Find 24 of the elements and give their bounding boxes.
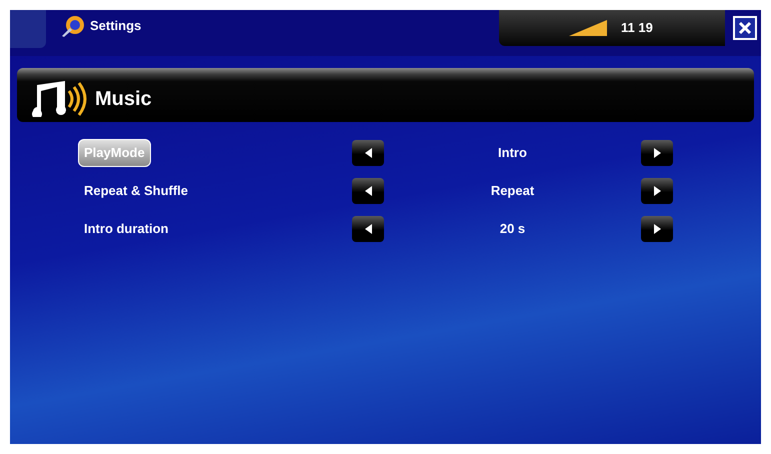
clock-time: 11 19: [621, 19, 653, 38]
close-icon: [738, 21, 752, 35]
right-arrow-button[interactable]: [641, 216, 673, 242]
left-arrow-button[interactable]: [352, 216, 384, 242]
setting-label[interactable]: Intro duration: [78, 215, 174, 243]
settings-icon: [60, 14, 86, 38]
setting-label[interactable]: Repeat & Shuffle: [78, 177, 194, 205]
triangle-icon: [652, 185, 662, 197]
section-title: Music: [95, 87, 152, 112]
setting-value: Repeat: [490, 182, 534, 200]
triangle-icon: [364, 147, 372, 159]
close-button[interactable]: [733, 16, 757, 40]
left-arrow-button[interactable]: [352, 140, 384, 166]
left-arrow-button[interactable]: [352, 178, 384, 204]
triangle-icon: [652, 223, 662, 235]
window-title: Settings: [90, 17, 142, 36]
right-arrow-button[interactable]: [641, 140, 673, 166]
triangle-icon: [652, 147, 662, 159]
triangle-icon: [364, 185, 372, 197]
signal-icon: [569, 18, 609, 38]
triangle-icon: [364, 223, 372, 235]
setting-value: Intro: [498, 144, 527, 162]
right-arrow-button[interactable]: [641, 178, 673, 204]
setting-value: 20 s: [500, 220, 526, 238]
